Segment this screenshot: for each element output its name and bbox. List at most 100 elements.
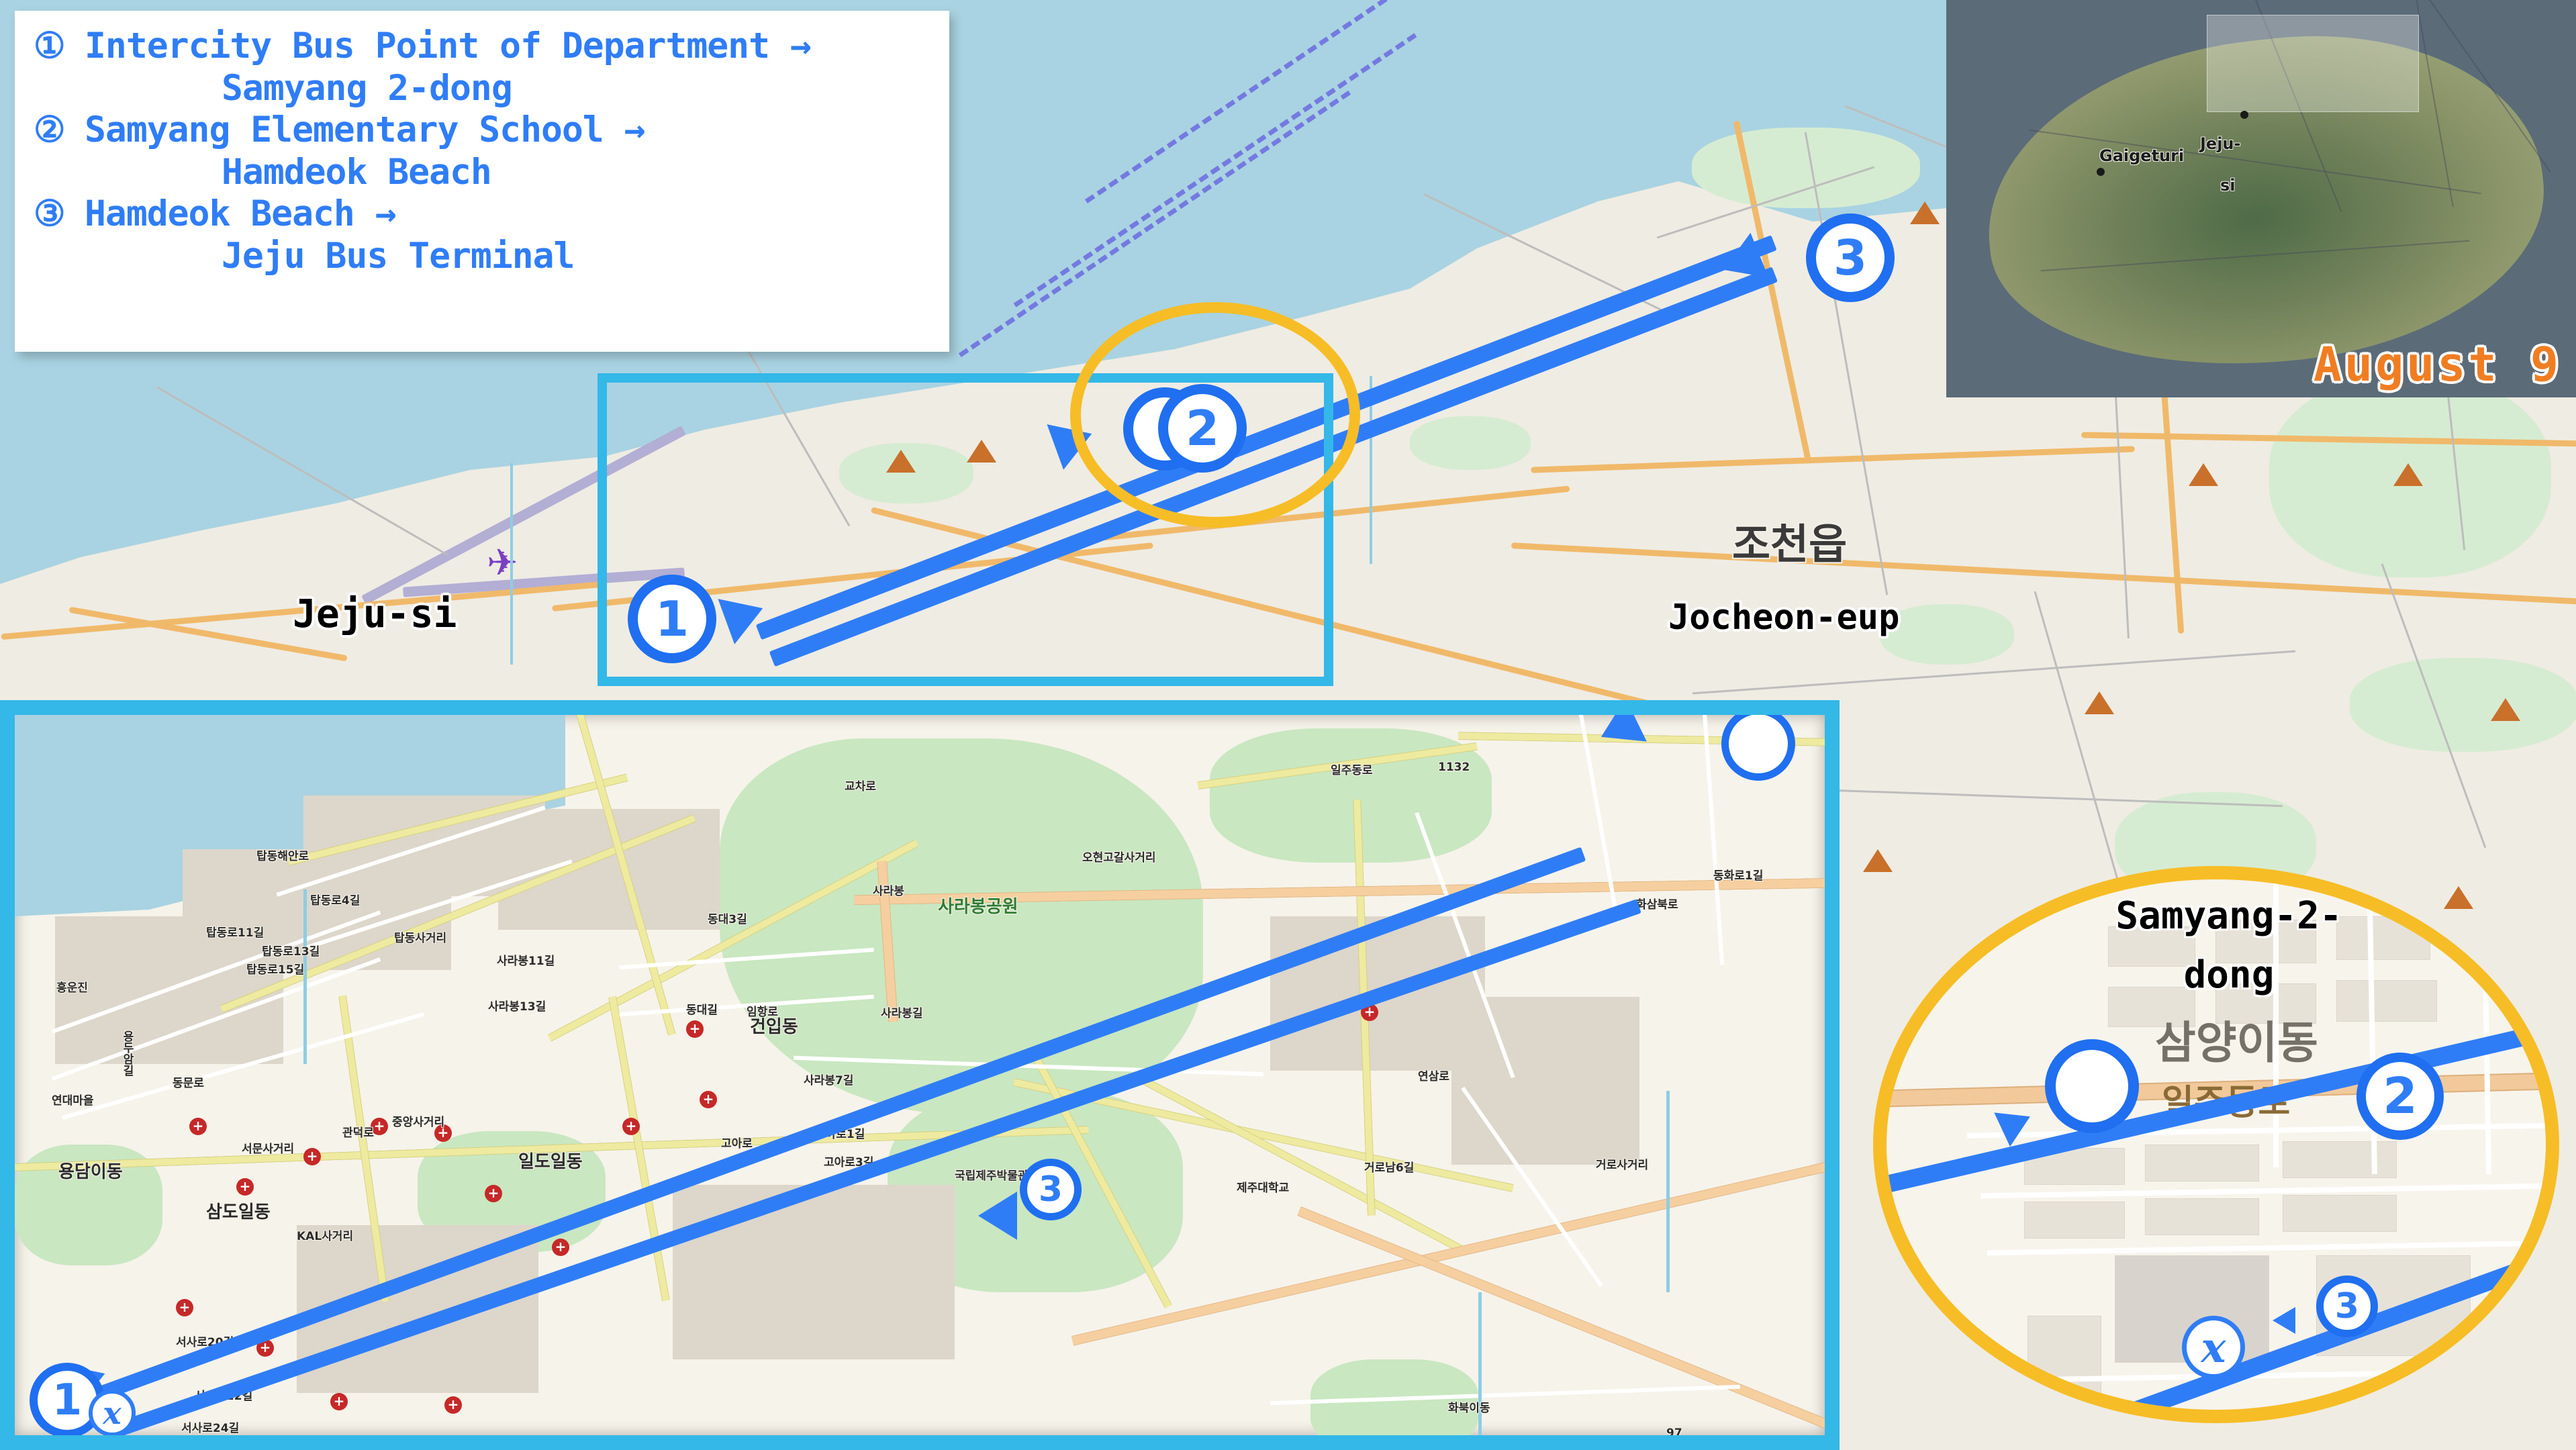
street-label: KAL사거리 bbox=[297, 1230, 354, 1243]
legend-to-3: Jeju Bus Terminal bbox=[222, 235, 575, 277]
block bbox=[2145, 1198, 2259, 1235]
city-detail-inset[interactable]: + + + + + + + + + + + + + + + 제주항(Jeju H… bbox=[0, 700, 1840, 1450]
magnifier-map-pin-2[interactable]: 2 bbox=[2356, 1053, 2444, 1140]
green-area bbox=[1410, 416, 1531, 470]
river bbox=[510, 463, 513, 665]
mountain-icon bbox=[1910, 201, 1940, 224]
area-label: 삼도일동 bbox=[206, 1202, 271, 1222]
building-block bbox=[673, 1185, 955, 1359]
street-label: 고아로 bbox=[721, 1137, 753, 1151]
street-label: 탑동해안로 bbox=[256, 850, 309, 863]
legend-num-3: ③ bbox=[34, 193, 66, 235]
magnifier-arrow-left bbox=[1994, 1099, 2038, 1147]
street-label: 동대길 bbox=[686, 1004, 718, 1017]
magnifier-map-pin-3[interactable]: 3 bbox=[2316, 1275, 2378, 1337]
detail-marker-blank bbox=[1721, 715, 1795, 781]
street-label: 연대마을 bbox=[52, 1094, 94, 1108]
magnifier-title-line1: Samyang-2- bbox=[2115, 894, 2342, 938]
street-label: 일주동로 bbox=[1331, 764, 1373, 777]
mountain-icon bbox=[2393, 463, 2423, 486]
street-label: 동화로1길 bbox=[1713, 869, 1764, 883]
stream bbox=[303, 889, 307, 1064]
street-label: 탑동로13길 bbox=[262, 945, 320, 959]
street-label: 사라봉7길 bbox=[804, 1074, 854, 1088]
magnifier-marker-blank bbox=[2045, 1039, 2139, 1133]
legend-from-1: Intercity Bus Point of Department → bbox=[85, 26, 812, 66]
magnifier-map-pin-x[interactable]: x bbox=[2182, 1316, 2245, 1379]
street-label: 교차로 bbox=[845, 780, 876, 793]
hospital-icon: + bbox=[176, 1299, 193, 1316]
road-shield: 97 bbox=[1666, 1427, 1682, 1435]
area-label: 용담이동 bbox=[58, 1162, 123, 1182]
street-label: 탑동로11길 bbox=[206, 926, 265, 940]
street-label: 거로남6길 bbox=[1364, 1161, 1415, 1175]
mountain-icon bbox=[1863, 849, 1893, 872]
hospital-icon: + bbox=[700, 1091, 717, 1108]
road bbox=[1531, 446, 2135, 473]
place-label-jeju-si: Jeju-si bbox=[293, 591, 457, 636]
detail-arrow-to-pin3 bbox=[978, 1192, 1017, 1240]
detail-map-pin-x[interactable]: x bbox=[89, 1390, 136, 1435]
street-label: 탑동로4길 bbox=[310, 894, 361, 908]
legend-num-1: ① bbox=[34, 26, 66, 66]
block bbox=[2028, 1316, 2101, 1410]
street-label: 사라봉13길 bbox=[488, 1000, 546, 1014]
magnifier-arrow-to-x bbox=[2273, 1307, 2295, 1334]
street-label: 동대3길 bbox=[708, 913, 747, 926]
place-label-jocheon-eup: Jocheon-eup bbox=[1668, 597, 1900, 638]
block bbox=[2283, 1141, 2397, 1178]
current-view-extent bbox=[2207, 15, 2419, 112]
map-figure: ✈ Jeju-si 조천읍 Jocheon-eup 2 1 3 ① Interc… bbox=[0, 0, 2576, 1450]
hospital-icon: + bbox=[552, 1239, 569, 1256]
island-label-jeju-si-2: si bbox=[2220, 176, 2236, 195]
area-label: 일도일동 bbox=[518, 1152, 583, 1172]
street-label: 사라봉길 bbox=[881, 1007, 923, 1020]
legend-row-1: ① Intercity Bus Point of Department → bbox=[34, 26, 949, 68]
hospital-icon: + bbox=[622, 1118, 640, 1135]
legend-row-2: ② Samyang Elementary School → bbox=[34, 109, 949, 152]
hospital-icon: + bbox=[686, 1020, 704, 1038]
island-overview-inset[interactable]: Gaigeturi Jeju- si August 9 bbox=[1946, 0, 2576, 397]
mountain-icon bbox=[2085, 691, 2114, 714]
hospital-icon: + bbox=[303, 1148, 321, 1165]
block bbox=[2024, 1202, 2125, 1239]
block bbox=[2283, 1195, 2397, 1232]
date-stamp: August 9 bbox=[2313, 337, 2561, 392]
green-area bbox=[2350, 658, 2576, 752]
hospital-icon: + bbox=[330, 1393, 348, 1410]
street bbox=[1987, 1240, 2546, 1256]
mountain-icon bbox=[2491, 698, 2520, 721]
legend-num-2: ② bbox=[34, 109, 66, 151]
road-shield: 1132 bbox=[1438, 761, 1470, 774]
island-label-jeju-si-1: Jeju- bbox=[2200, 134, 2241, 153]
mountain-icon bbox=[2189, 463, 2218, 486]
map-pin-1[interactable]: 1 bbox=[628, 575, 716, 663]
map-pin-2[interactable]: 2 bbox=[1158, 384, 1247, 473]
magnifier-korean-district: 삼양이동 bbox=[2155, 1017, 2318, 1069]
street-label: 거로사거리 bbox=[1596, 1159, 1649, 1172]
green-area bbox=[1880, 604, 2014, 665]
street-label: 탑동로15길 bbox=[246, 963, 305, 977]
samyang-magnifier[interactable]: Samyang-2- dong 삼양이동 일주동로 2 3 x bbox=[1873, 866, 2559, 1423]
street bbox=[1980, 1183, 2546, 1199]
street-label: 서문사거리 bbox=[242, 1143, 295, 1156]
area-label: 사라봉공원 bbox=[938, 897, 1018, 917]
hospital-icon: + bbox=[236, 1178, 254, 1196]
hospital-icon: + bbox=[189, 1118, 207, 1135]
street-label: 화삼북로 bbox=[1636, 898, 1678, 912]
area-label: 제주대학교 bbox=[1237, 1181, 1290, 1195]
magnifier-title-line2: dong bbox=[2183, 953, 2275, 997]
park-sarabong bbox=[720, 738, 1203, 1114]
route-legend: ① Intercity Bus Point of Department → Sa… bbox=[15, 11, 949, 352]
hospital-icon: + bbox=[485, 1185, 502, 1202]
hospital-icon: + bbox=[444, 1396, 462, 1414]
road-orange bbox=[1071, 1155, 1825, 1346]
detail-map-pin-3[interactable]: 3 bbox=[1020, 1159, 1082, 1220]
street-label: 관덕로 bbox=[342, 1126, 374, 1140]
street-label: 용두암길 bbox=[120, 1030, 134, 1076]
island-label-gaigeturi: Gaigeturi bbox=[2099, 146, 2185, 165]
map-pin-3[interactable]: 3 bbox=[1806, 213, 1895, 302]
building-block bbox=[1451, 997, 1639, 1165]
detail-inset-canvas: + + + + + + + + + + + + + + + 제주항(Jeju H… bbox=[15, 715, 1825, 1435]
block bbox=[2145, 1145, 2259, 1181]
